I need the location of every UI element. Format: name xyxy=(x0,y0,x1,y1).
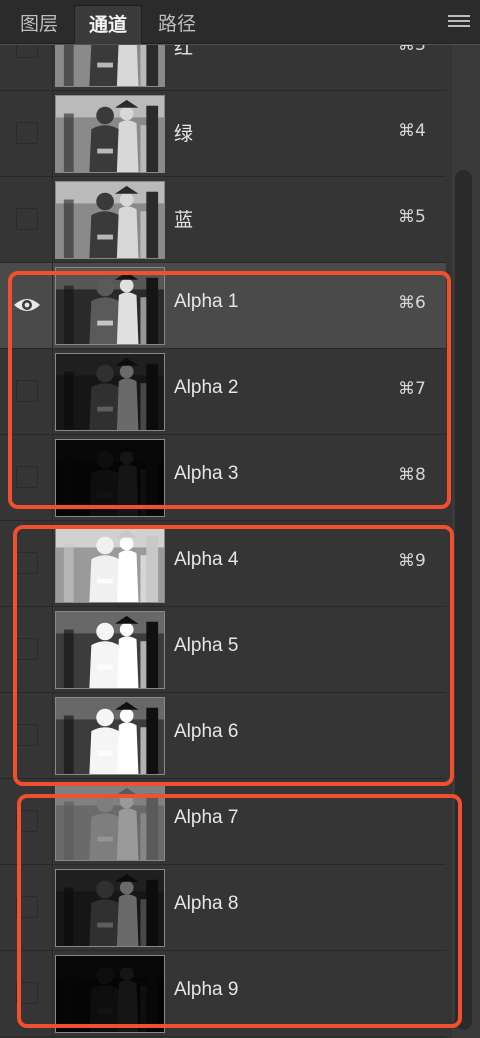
channel-thumbnail xyxy=(55,267,165,345)
channel-row[interactable]: 绿 ⌘4 xyxy=(0,91,446,177)
channel-name: 红 xyxy=(174,45,194,59)
channel-row[interactable]: Alpha 1 ⌘6 xyxy=(0,263,446,349)
visibility-toggle[interactable] xyxy=(16,122,38,144)
visibility-toggle[interactable] xyxy=(16,810,38,832)
row-divider xyxy=(52,45,53,91)
channel-thumbnail xyxy=(55,439,165,517)
visibility-toggle[interactable] xyxy=(16,896,38,918)
channel-row[interactable]: Alpha 2 ⌘7 xyxy=(0,349,446,435)
channel-thumbnail xyxy=(55,353,165,431)
channel-name: Alpha 6 xyxy=(174,721,239,742)
channel-name: Alpha 2 xyxy=(174,377,239,398)
channel-thumbnail xyxy=(55,869,165,947)
channel-thumbnail xyxy=(55,955,165,1033)
channel-row[interactable]: Alpha 3 ⌘8 xyxy=(0,435,446,521)
channel-name: 蓝 xyxy=(174,209,194,231)
hamburger-menu-icon[interactable] xyxy=(448,15,470,31)
visibility-toggle[interactable] xyxy=(16,552,38,574)
row-divider xyxy=(52,263,53,349)
row-divider xyxy=(52,177,53,263)
channel-shortcut: ⌘6 xyxy=(398,293,426,313)
channel-row[interactable]: Alpha 6 xyxy=(0,693,446,779)
channel-row[interactable]: Alpha 7 xyxy=(0,779,446,865)
row-divider xyxy=(52,779,53,865)
tab-paths[interactable]: 路径 xyxy=(142,5,212,44)
channel-row[interactable]: Alpha 5 xyxy=(0,607,446,693)
channel-name: Alpha 3 xyxy=(174,463,239,484)
channel-name: Alpha 7 xyxy=(174,807,239,828)
visibility-toggle[interactable] xyxy=(16,724,38,746)
row-divider xyxy=(52,951,53,1037)
row-divider xyxy=(52,349,53,435)
channel-thumbnail xyxy=(55,45,165,87)
panel-tab-bar: 图层 通道 路径 xyxy=(0,0,480,44)
scrollbar-thumb[interactable] xyxy=(455,170,472,1030)
visibility-toggle[interactable] xyxy=(16,380,38,402)
channel-thumbnail xyxy=(55,611,165,689)
row-divider xyxy=(52,865,53,951)
channel-shortcut: ⌘9 xyxy=(398,551,426,571)
channel-thumbnail xyxy=(55,783,165,861)
visibility-toggle[interactable] xyxy=(16,45,38,58)
eye-icon[interactable] xyxy=(13,295,41,315)
channel-row[interactable]: 蓝 ⌘5 xyxy=(0,177,446,263)
tab-channels[interactable]: 通道 xyxy=(74,5,142,44)
channel-row[interactable]: Alpha 4 ⌘9 xyxy=(0,521,446,607)
channels-panel: 红 ⌘3 绿 ⌘4 蓝 ⌘5 Alpha 1 ⌘6 Alpha 2 ⌘7 Alp… xyxy=(0,45,480,1038)
row-divider xyxy=(52,607,53,693)
row-divider xyxy=(52,693,53,779)
visibility-toggle[interactable] xyxy=(16,982,38,1004)
channel-row[interactable]: Alpha 8 xyxy=(0,865,446,951)
channel-name: 绿 xyxy=(174,123,194,145)
channel-name: Alpha 5 xyxy=(174,635,239,656)
visibility-toggle[interactable] xyxy=(16,208,38,230)
channel-name: Alpha 4 xyxy=(174,549,239,570)
visibility-toggle[interactable] xyxy=(16,638,38,660)
channel-thumbnail xyxy=(55,697,165,775)
channel-shortcut: ⌘4 xyxy=(398,121,426,141)
channel-row[interactable]: Alpha 9 xyxy=(0,951,446,1037)
channel-shortcut: ⌘3 xyxy=(398,45,426,55)
row-divider xyxy=(52,521,53,607)
channel-thumbnail xyxy=(55,525,165,603)
channel-name: Alpha 9 xyxy=(174,979,239,1000)
channel-thumbnail xyxy=(55,181,165,259)
channel-shortcut: ⌘7 xyxy=(398,379,426,399)
channel-thumbnail xyxy=(55,95,165,173)
channel-name: Alpha 1 xyxy=(174,291,239,312)
row-divider xyxy=(52,435,53,521)
row-divider xyxy=(52,91,53,177)
channel-shortcut: ⌘5 xyxy=(398,207,426,227)
tab-layers[interactable]: 图层 xyxy=(4,5,74,44)
channel-name: Alpha 8 xyxy=(174,893,239,914)
channel-row[interactable]: 红 ⌘3 xyxy=(0,45,446,91)
visibility-toggle[interactable] xyxy=(16,466,38,488)
channel-shortcut: ⌘8 xyxy=(398,465,426,485)
